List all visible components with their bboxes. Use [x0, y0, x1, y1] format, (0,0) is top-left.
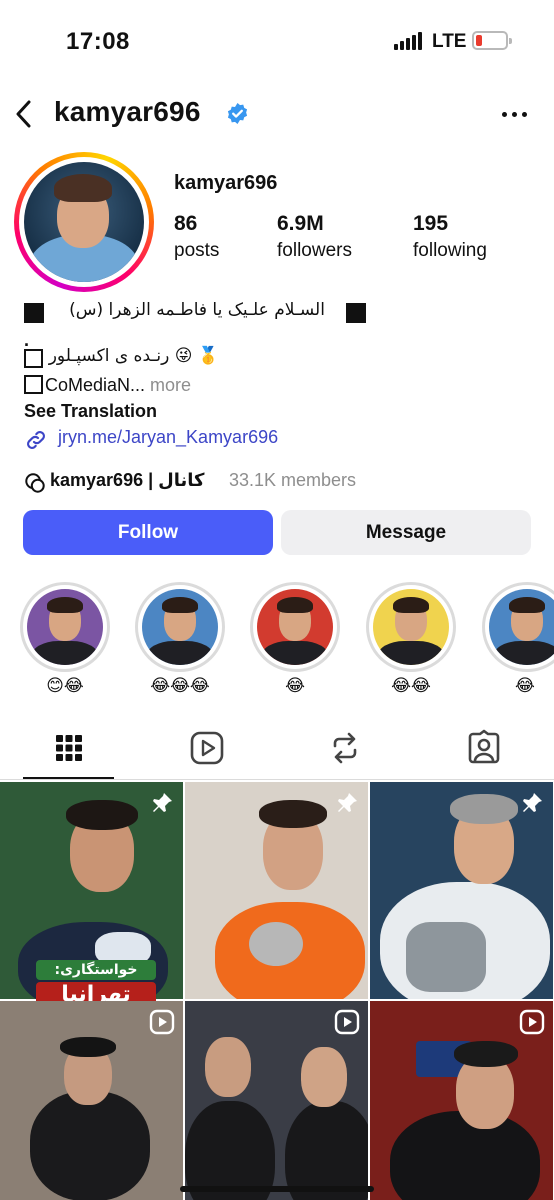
reposts-icon — [333, 732, 357, 764]
story-highlight[interactable] — [250, 582, 340, 672]
stat-posts[interactable]: 86 posts — [174, 212, 219, 262]
highlight-label: 😂😂😂 — [150, 676, 210, 696]
tab-posts[interactable] — [49, 728, 89, 768]
reel-icon — [149, 1009, 175, 1035]
signal-icon — [394, 32, 424, 50]
highlight-label: 😊😂 — [46, 676, 84, 696]
tagged-icon — [468, 729, 500, 764]
stat-label: followers — [277, 240, 352, 261]
see-translation-link[interactable]: See Translation — [24, 401, 157, 422]
white-square-icon — [24, 349, 43, 368]
bio-text: 🥇 😜 رنـده ی اکسپـلور — [48, 346, 219, 366]
post-tile[interactable] — [370, 1001, 553, 1200]
bio-text: CoMediaN... — [45, 375, 146, 395]
reel-icon — [334, 1009, 360, 1035]
stat-value: 86 — [174, 212, 198, 235]
stat-label: posts — [174, 240, 220, 261]
bio-line: CoMediaN... more — [24, 375, 191, 396]
post-tile[interactable] — [0, 1001, 183, 1200]
stat-value: 195 — [413, 212, 449, 235]
black-square-icon — [346, 303, 366, 323]
follow-button[interactable]: Follow — [23, 510, 273, 555]
link-text[interactable]: jryn.me/Jaryan_Kamyar696 — [58, 427, 278, 448]
status-time: 17:08 — [66, 28, 130, 55]
network-type: LTE — [432, 31, 467, 52]
tab-reels[interactable] — [187, 728, 227, 768]
highlight-cover — [257, 589, 333, 665]
stat-following[interactable]: 195 following — [413, 212, 487, 262]
stat-label: following — [413, 240, 487, 261]
story-highlight[interactable] — [482, 582, 554, 672]
highlight-cover — [27, 589, 103, 665]
pin-icon — [153, 793, 172, 812]
avatar — [24, 162, 144, 282]
bio-line: السـلام علـیک یا فاطـمه الزهرا (س) — [24, 300, 369, 326]
verified-badge-icon — [226, 102, 249, 125]
profile-avatar[interactable] — [14, 152, 154, 292]
post-tile[interactable] — [185, 782, 368, 999]
white-square-icon — [24, 375, 43, 394]
story-highlight[interactable] — [366, 582, 456, 672]
tab-reposts[interactable] — [325, 728, 365, 768]
post-tile[interactable] — [185, 1001, 368, 1200]
tab-tagged[interactable] — [464, 728, 504, 768]
story-highlight[interactable] — [135, 582, 225, 672]
link-icon — [27, 431, 45, 449]
message-button[interactable]: Message — [281, 510, 531, 555]
caption-line: خواستگاری: — [36, 960, 156, 980]
highlight-cover — [373, 589, 449, 665]
bio-line: 🥇 😜 رنـده ی اکسپـلور — [24, 346, 224, 372]
reels-icon — [190, 731, 224, 765]
profile-name: kamyar696 — [174, 172, 278, 194]
story-highlight[interactable] — [20, 582, 110, 672]
pin-icon — [338, 793, 357, 812]
battery-icon — [472, 31, 512, 50]
more-horizontal-icon[interactable] — [500, 104, 530, 124]
stat-followers[interactable]: 6.9M followers — [277, 212, 352, 262]
stat-value: 6.9M — [277, 212, 324, 235]
grid-icon — [56, 735, 82, 761]
header-username: kamyar696 — [54, 96, 201, 127]
highlight-label: 😂 — [285, 676, 305, 696]
post-tile[interactable] — [370, 782, 553, 999]
profile-header: kamyar696 — [0, 92, 554, 136]
home-indicator[interactable] — [180, 1186, 374, 1192]
highlight-label: 😂 — [515, 676, 535, 696]
channel-members: 33.1K members — [229, 470, 357, 490]
bio-text: السـلام علـیک یا فاطـمه الزهرا (س) — [69, 300, 325, 320]
status-bar: 17:08 LTE — [0, 0, 554, 80]
channel-name: kamyar696 | کانال — [50, 470, 205, 490]
highlight-cover — [142, 589, 218, 665]
channel-icon — [25, 473, 45, 493]
highlight-cover — [489, 589, 554, 665]
reel-icon — [519, 1009, 545, 1035]
tab-divider — [0, 779, 554, 780]
highlight-label: 😂😂 — [391, 676, 431, 696]
pin-icon — [523, 793, 542, 812]
chevron-left-icon[interactable] — [12, 98, 36, 130]
black-square-icon — [24, 303, 44, 323]
bio-more-link[interactable]: more — [145, 375, 191, 395]
